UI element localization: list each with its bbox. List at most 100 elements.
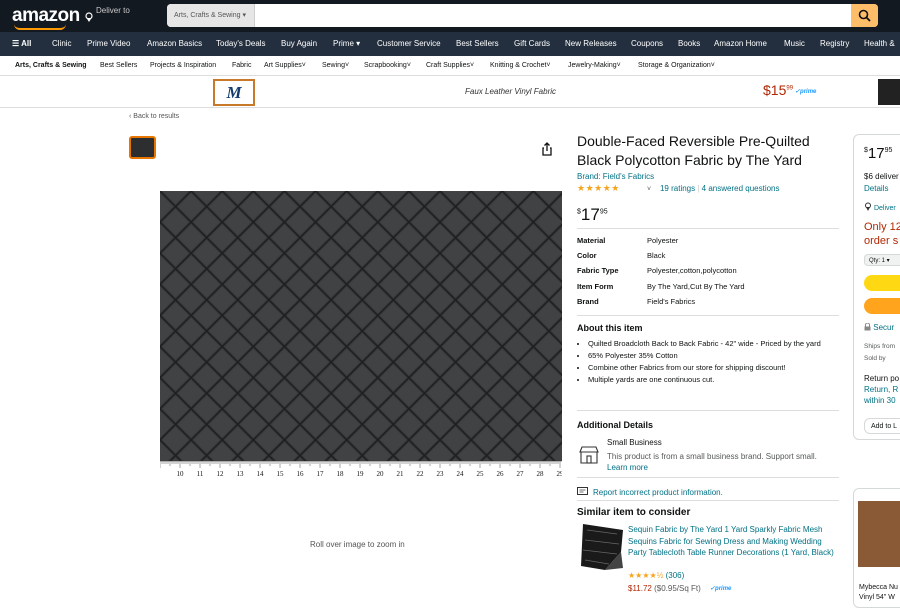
nav-prime-label: Prime <box>333 39 354 48</box>
prime-badge: ✓prime <box>795 89 817 95</box>
answered-questions-link[interactable]: 4 answered questions <box>702 184 780 193</box>
buybox-price-whole: 17 <box>867 145 885 162</box>
subnav-item[interactable]: Craft Supplies˅ <box>426 62 474 69</box>
subnav-label: Sewing <box>322 62 345 69</box>
related-product-name[interactable]: Mybecca Nu Vinyl 54" W <box>859 583 898 603</box>
similar-unit-price: ($0.95/Sq Ft) <box>654 584 701 593</box>
nav-item[interactable]: Today's Deals <box>216 39 266 48</box>
subnav-label: Jewelry-Making <box>568 62 617 69</box>
spec-value: Field's Fabrics <box>647 297 696 306</box>
sponsored-banner[interactable]: M Faux Leather Vinyl Fabric $1599 ✓prime <box>0 76 900 108</box>
image-thumbnail[interactable] <box>129 136 156 159</box>
similar-item-rating[interactable]: ★★★★½ (306) <box>628 571 684 580</box>
similar-item-image[interactable] <box>577 522 626 574</box>
subnav-item[interactable]: Jewelry-Making˅ <box>568 62 621 69</box>
subnav-item[interactable]: Fabric <box>232 62 251 69</box>
ruler-number: 21 <box>397 470 405 478</box>
nav-item-prime[interactable]: Prime ▾ <box>333 39 360 48</box>
product-title: Double-Faced Reversible Pre-Quilted Blac… <box>577 133 810 168</box>
ruler-number: 12 <box>217 470 225 478</box>
nav-item[interactable]: Buy Again <box>281 39 317 48</box>
nav-item[interactable]: Amazon Basics <box>147 39 202 48</box>
buybox-price: $1795 <box>864 145 892 162</box>
return-line3[interactable]: within 30 <box>864 396 896 405</box>
ruler-number: 29 <box>557 470 563 478</box>
ruler-number: 19 <box>357 470 365 478</box>
nav-item[interactable]: Books <box>678 39 700 48</box>
nav-all[interactable]: ☰ All <box>12 39 31 48</box>
chevron-down-icon[interactable]: ˅ <box>647 186 651 193</box>
buybox-stock: Only 12 order s <box>864 220 900 248</box>
buybox-details-link[interactable]: Details <box>864 184 888 193</box>
location-pin-icon <box>85 12 93 22</box>
subnav-item[interactable]: Storage & Organization˅ <box>638 62 715 69</box>
amazon-smile-icon <box>14 24 66 30</box>
nav-item[interactable]: Clinic <box>52 39 72 48</box>
nav-item[interactable]: Coupons <box>631 39 663 48</box>
similar-count[interactable]: (306) <box>666 571 685 580</box>
product-image[interactable]: 10 11 12 13 14 15 16 17 18 19 20 21 22 23 24 25 26 27 28 29 <box>160 191 562 481</box>
add-to-list-button[interactable]: Add to L <box>864 418 900 434</box>
subnav-label: Storage & Organization <box>638 62 711 69</box>
ruler-number: 17 <box>317 470 325 478</box>
add-to-cart-button[interactable] <box>864 275 900 291</box>
qty-value: Qty: 1 <box>869 258 886 264</box>
return-line2[interactable]: Return, R <box>864 385 898 394</box>
search-button[interactable] <box>851 4 878 27</box>
ruler-number: 25 <box>477 470 485 478</box>
nav-item[interactable]: Prime Video <box>87 39 130 48</box>
nav-item[interactable]: Gift Cards <box>514 39 550 48</box>
ruler-number: 26 <box>497 470 505 478</box>
spec-key: Brand <box>577 297 599 306</box>
buybox-price-fraction: 95 <box>884 147 893 154</box>
subnav-item[interactable]: Projects & Inspiration <box>150 62 216 69</box>
banner-price-fraction: 99 <box>786 85 794 92</box>
secure-transaction[interactable]: Secur <box>864 322 894 332</box>
back-to-results-link[interactable]: ‹ Back to results <box>129 113 179 120</box>
banner-thumbnail[interactable] <box>878 79 900 105</box>
subnav-item[interactable]: Knitting & Crochet˅ <box>490 62 551 69</box>
nav-item[interactable]: Amazon Home <box>714 39 767 48</box>
ruler-number: 27 <box>517 470 525 478</box>
ruler-number: 14 <box>257 470 265 478</box>
related-product-card[interactable]: Mybecca Nu Vinyl 54" W <box>853 488 900 608</box>
divider <box>577 477 839 478</box>
ruler-number: 24 <box>457 470 465 478</box>
nav-item[interactable]: Customer Service <box>377 39 441 48</box>
ratings-link[interactable]: 19 ratings <box>660 184 695 193</box>
learn-more-link[interactable]: Learn more <box>607 463 648 472</box>
nav-item[interactable]: Registry <box>820 39 849 48</box>
rating-stars[interactable]: ★★★★★ <box>577 183 620 194</box>
report-row[interactable]: Report incorrect product information. <box>577 487 723 497</box>
banner-product-name[interactable]: Faux Leather Vinyl Fabric <box>465 87 556 96</box>
subnav-label: Knitting & Crochet <box>490 62 547 69</box>
similar-item-title[interactable]: Sequin Fabric by The Yard 1 Yard Sparkly… <box>628 524 838 559</box>
subnav-item[interactable]: Art Supplies˅ <box>264 62 306 69</box>
subnav-item[interactable]: Best Sellers <box>100 62 137 69</box>
subnav-item[interactable]: Arts, Crafts & Sewing <box>15 62 87 69</box>
separator: | <box>697 184 700 193</box>
ruler-number: 22 <box>417 470 425 478</box>
about-bullet: 65% Polyester 35% Cotton <box>588 350 842 362</box>
nav-item[interactable]: Best Sellers <box>456 39 499 48</box>
spec-key: Color <box>577 251 597 260</box>
quantity-select[interactable]: Qty: 1 ▾ <box>864 254 900 266</box>
brand-link[interactable]: Brand: Field's Fabrics <box>577 172 654 181</box>
deliver-label: Deliver to <box>96 6 130 15</box>
share-icon[interactable] <box>540 142 554 156</box>
buybox-deliver-to[interactable]: Deliver <box>864 202 896 212</box>
small-business-title: Small Business <box>607 438 662 447</box>
related-name-line1: Mybecca Nu <box>859 584 898 591</box>
nav-item[interactable]: New Releases <box>565 39 617 48</box>
nav-item[interactable]: Health & <box>864 39 895 48</box>
report-link[interactable]: Report incorrect product information. <box>593 488 723 497</box>
subnav-item[interactable]: Sewing˅ <box>322 62 349 69</box>
related-product-image[interactable] <box>858 501 900 567</box>
brand-logo[interactable]: M <box>213 79 255 106</box>
about-heading: About this item <box>577 323 643 333</box>
similar-heading: Similar item to consider <box>577 507 691 518</box>
buy-now-button[interactable] <box>864 298 900 314</box>
nav-item[interactable]: Music <box>784 39 805 48</box>
subnav-item[interactable]: Scrapbooking˅ <box>364 62 411 69</box>
search-category-select[interactable]: Arts, Crafts & Sewing ▾ <box>167 4 255 27</box>
